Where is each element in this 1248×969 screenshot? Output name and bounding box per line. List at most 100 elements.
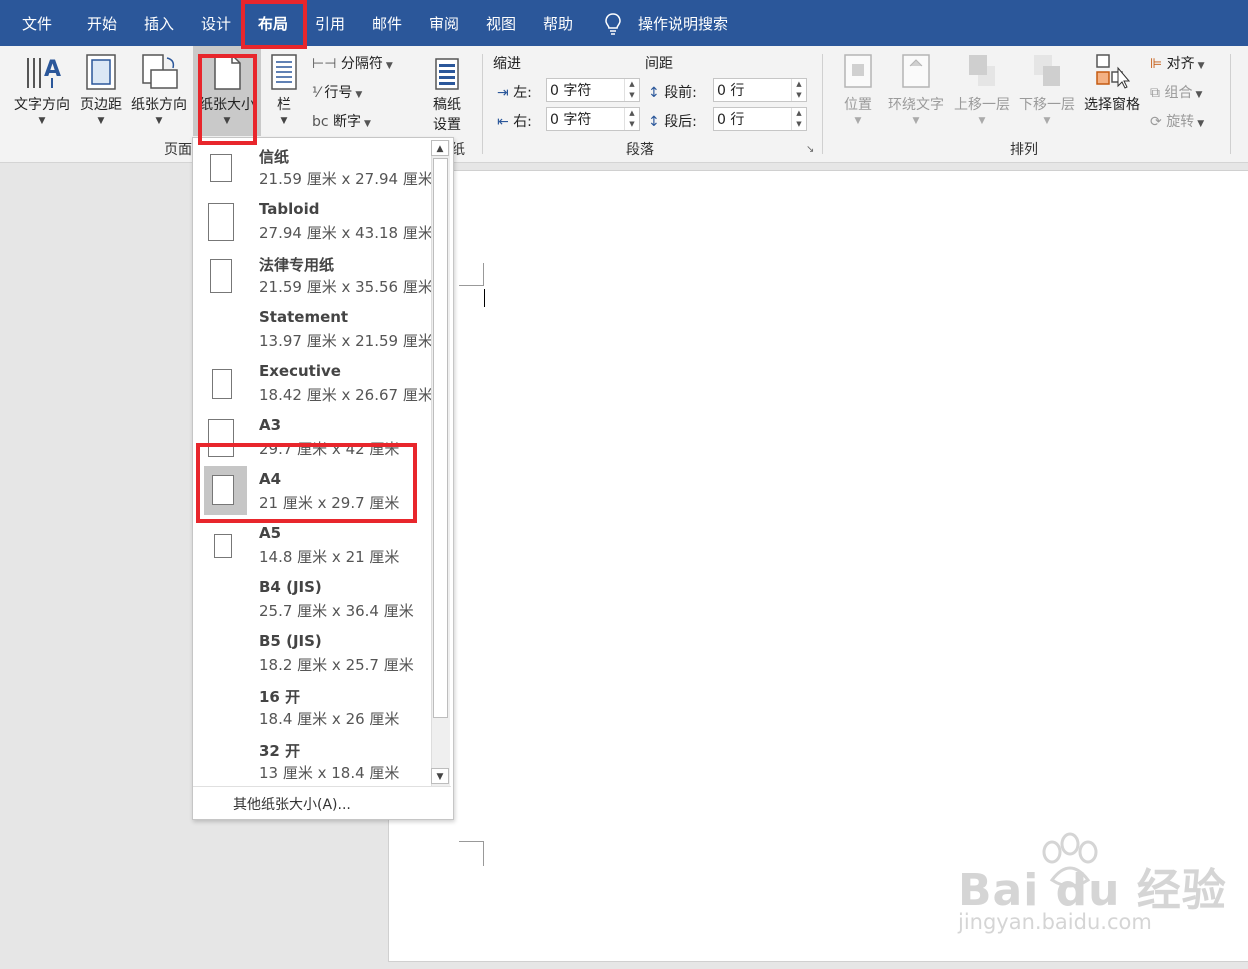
spinner-arrows-icon[interactable]: ▲ ▼ — [624, 108, 639, 130]
scroll-up-icon[interactable]: ▲ — [431, 140, 449, 156]
align-icon: ⊫ — [1150, 56, 1163, 72]
text-direction-icon: A — [27, 57, 61, 88]
tab-review[interactable]: 审阅 — [429, 0, 459, 46]
hyphenation-label: 断字 — [333, 114, 362, 130]
align-button[interactable]: ⊫ 对齐 ▼ — [1150, 53, 1205, 73]
position-icon — [844, 54, 872, 88]
paper-size-item[interactable]: B5 (JIS) 18.2 厘米 x 25.7 厘米 — [194, 627, 430, 681]
orientation-label: 纸张方向 — [131, 97, 187, 113]
manuscript-icon — [435, 58, 459, 90]
chevron-down-icon: ▼ — [978, 116, 986, 126]
margins-label: 页边距 — [80, 97, 122, 113]
more-paper-sizes-link[interactable]: 其他纸张大小(A)... — [233, 794, 351, 814]
line-numbers-button[interactable]: ¹⁄ 行号 ▼ — [312, 82, 362, 102]
spacing-title: 间距 — [645, 56, 673, 72]
menu-divider — [193, 786, 451, 787]
indent-left-input[interactable]: 0 字符 ▲ ▼ — [546, 78, 640, 102]
indent-left-icon: ⇥ — [497, 85, 509, 101]
spacing-before-label: ↕ 段前: — [648, 85, 697, 101]
rotate-label: 旋转 — [1166, 114, 1195, 130]
columns-button[interactable]: 栏 ▼ — [262, 46, 306, 136]
breaks-button[interactable]: ⊢⊣ 分隔符 ▼ — [312, 53, 393, 73]
tab-help[interactable]: 帮助 — [543, 0, 573, 46]
tab-design[interactable]: 设计 — [201, 0, 231, 46]
tab-insert[interactable]: 插入 — [144, 0, 174, 46]
paper-size-item[interactable]: A5 14.8 厘米 x 21 厘米 — [194, 519, 430, 573]
breaks-icon: ⊢⊣ — [312, 56, 337, 72]
spinner-arrows-icon[interactable]: ▲ ▼ — [791, 79, 806, 101]
columns-label: 栏 — [277, 97, 291, 113]
page-shape-icon — [212, 369, 232, 399]
margins-icon — [86, 54, 116, 90]
tab-mailings[interactable]: 邮件 — [372, 0, 402, 46]
spacing-after-input[interactable]: 0 行 ▲ ▼ — [713, 107, 807, 131]
paragraph-group-label: 段落 — [626, 142, 654, 158]
chevron-down-icon: ▼ — [854, 116, 862, 126]
lightbulb-icon — [605, 13, 621, 35]
tab-view[interactable]: 视图 — [486, 0, 516, 46]
align-label: 对齐 — [1166, 56, 1195, 72]
page-shape-icon — [214, 534, 232, 558]
wrap-text-icon — [902, 54, 930, 88]
text-direction-button[interactable]: A 文字方向 ▼ — [8, 46, 76, 136]
indent-right-input[interactable]: 0 字符 ▲ ▼ — [546, 107, 640, 131]
chevron-down-icon: ▼ — [1043, 116, 1051, 126]
send-backward-button[interactable]: 下移一层 ▼ — [1015, 46, 1079, 136]
line-numbers-label: 行号 — [324, 85, 353, 101]
paper-size-item[interactable]: B4 (JIS) 25.7 厘米 x 36.4 厘米 — [194, 573, 430, 627]
rotate-button[interactable]: ⟳ 旋转 ▼ — [1150, 111, 1204, 131]
orientation-button[interactable]: 纸张方向 ▼ — [126, 46, 192, 136]
tab-references[interactable]: 引用 — [315, 0, 345, 46]
tab-file[interactable]: 文件 — [22, 0, 52, 46]
margins-button[interactable]: 页边距 ▼ — [76, 46, 126, 136]
spinner-arrows-icon[interactable]: ▲ ▼ — [791, 108, 806, 130]
manuscript-label-line1: 稿纸 — [433, 97, 461, 113]
spacing-after-icon: ↕ — [648, 114, 660, 130]
indent-right-label: ⇤ 右: — [497, 114, 532, 130]
page-shape-icon — [210, 259, 232, 293]
paper-size-item[interactable]: Tabloid 27.94 厘米 x 43.18 厘米 — [194, 195, 433, 249]
group-button[interactable]: ⧉ 组合 ▼ — [1150, 82, 1202, 102]
paper-size-item[interactable]: 32 开 13 厘米 x 18.4 厘米 — [194, 735, 430, 789]
group-separator — [1230, 54, 1231, 154]
breaks-label: 分隔符 — [340, 56, 383, 72]
manuscript-settings-button[interactable]: 稿纸 设置 — [420, 46, 474, 136]
dialog-launcher-icon[interactable]: ↘ — [806, 144, 814, 155]
bring-forward-button[interactable]: 上移一层 ▼ — [950, 46, 1014, 136]
send-backward-label: 下移一层 — [1019, 97, 1075, 113]
bring-forward-label: 上移一层 — [954, 97, 1010, 113]
highlight-box-layout-tab — [241, 0, 307, 49]
selection-pane-icon — [1096, 54, 1130, 89]
indent-right-icon: ⇤ — [497, 114, 509, 130]
spacing-before-icon: ↕ — [648, 85, 660, 101]
hyphenation-button[interactable]: bc 断字 ▼ — [312, 111, 371, 131]
chevron-down-icon: ▼ — [364, 119, 371, 129]
text-direction-label: 文字方向 — [14, 97, 70, 113]
page-shape-icon — [208, 203, 234, 241]
paper-size-item[interactable]: 信纸 21.59 厘米 x 27.94 厘米 — [194, 141, 433, 195]
paper-size-item[interactable]: 16 开 18.4 厘米 x 26 厘米 — [194, 681, 430, 735]
scrollbar-thumb[interactable] — [433, 158, 448, 718]
selection-pane-button[interactable]: 选择窗格 — [1080, 46, 1144, 136]
paper-size-item[interactable]: Executive 18.42 厘米 x 26.67 厘米 — [194, 357, 433, 411]
tab-home[interactable]: 开始 — [87, 0, 117, 46]
scroll-down-icon[interactable]: ▼ — [431, 768, 449, 784]
page-shape-icon — [210, 154, 232, 182]
group-separator — [482, 54, 483, 154]
position-label: 位置 — [844, 97, 872, 113]
spinner-arrows-icon[interactable]: ▲ ▼ — [624, 79, 639, 101]
page-setup-group-label: 页面 — [164, 142, 192, 158]
position-button[interactable]: 位置 ▼ — [836, 46, 880, 136]
paper-size-item[interactable]: 法律专用纸 21.59 厘米 x 35.56 厘米 — [194, 249, 433, 303]
wrap-text-label: 环绕文字 — [888, 97, 944, 113]
chevron-down-icon: ▼ — [1197, 119, 1205, 129]
orientation-icon — [142, 54, 178, 89]
group-label: 组合 — [1164, 85, 1193, 101]
chevron-down-icon: ▼ — [1197, 61, 1205, 71]
spacing-before-input[interactable]: 0 行 ▲ ▼ — [713, 78, 807, 102]
highlight-box-a4-item — [196, 443, 417, 523]
indent-title: 缩进 — [493, 56, 521, 72]
margin-corner-mark — [459, 841, 484, 866]
paper-size-item[interactable]: Statement 13.97 厘米 x 21.59 厘米 — [194, 303, 433, 357]
wrap-text-button[interactable]: 环绕文字 ▼ — [883, 46, 949, 136]
